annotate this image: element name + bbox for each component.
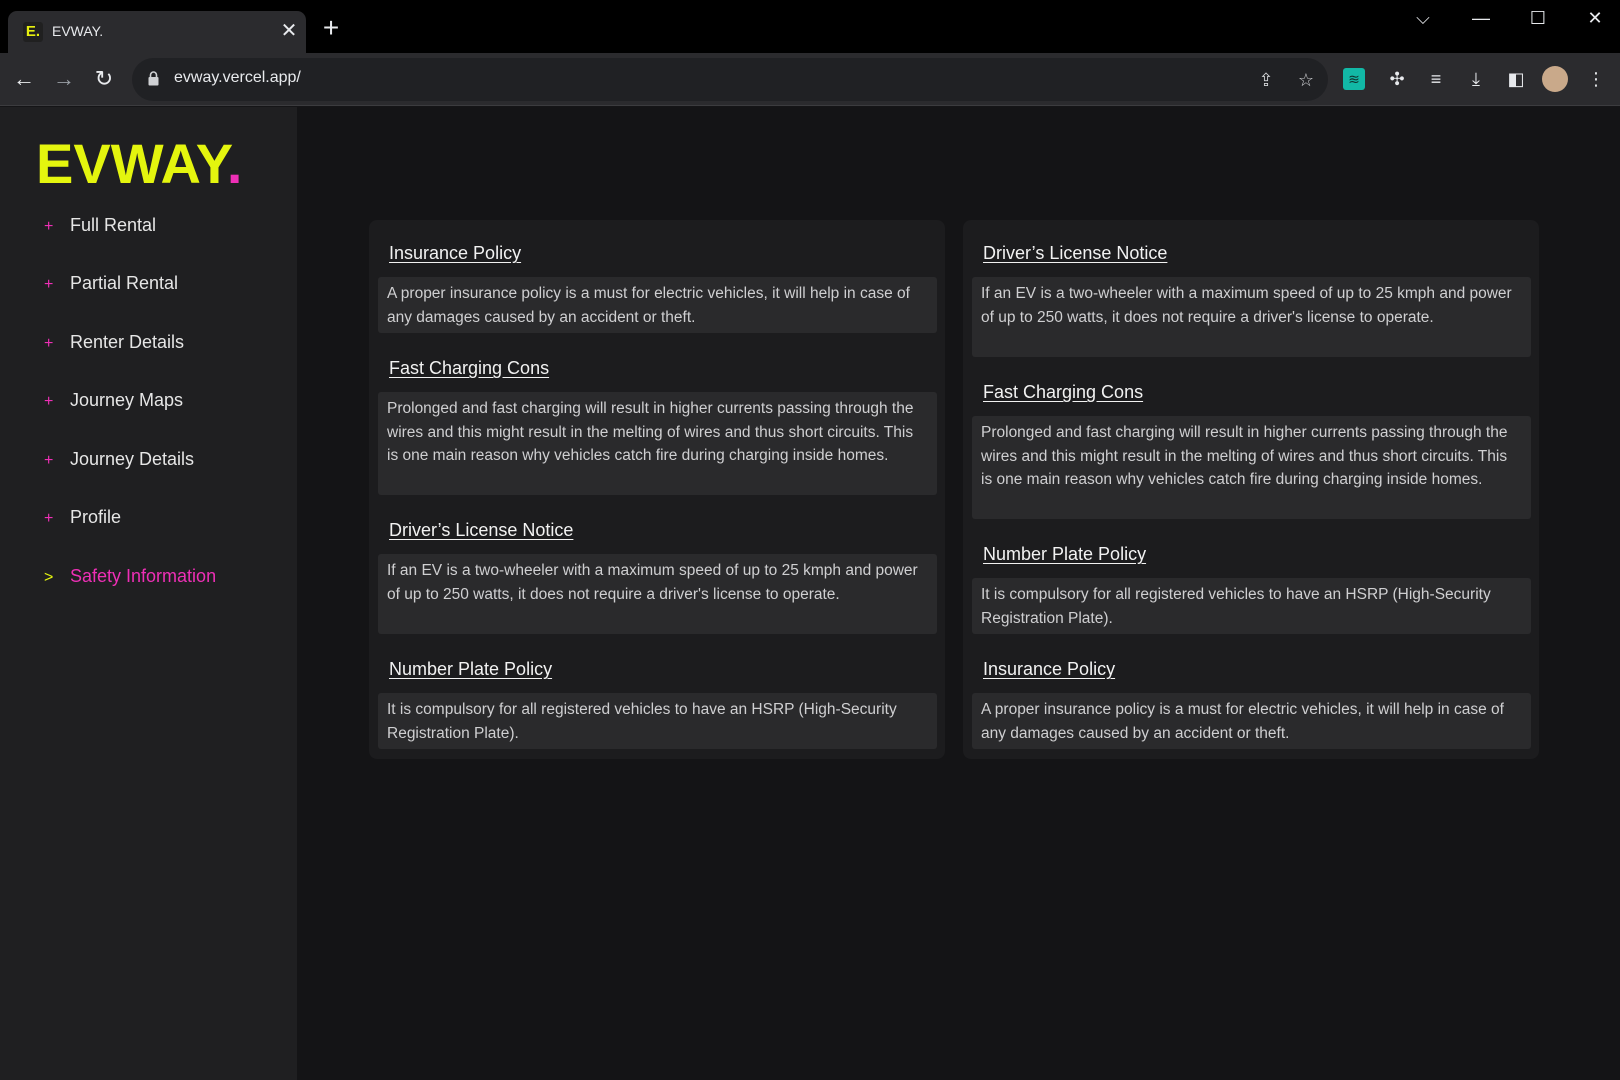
plus-icon: +: [44, 393, 54, 410]
sidebar-item-label: Renter Details: [70, 332, 185, 352]
bookmark-star-icon[interactable]: ☆: [1293, 67, 1319, 93]
section-body-insurance-policy: A proper insurance policy is a must for …: [972, 693, 1531, 749]
site-favicon-icon: E.: [23, 22, 43, 42]
sidebar-item-journey-details[interactable]: + Journey Details: [44, 449, 284, 479]
plus-icon: +: [44, 276, 54, 293]
profile-avatar[interactable]: [1542, 66, 1568, 92]
sidebar-item-label: Full Rental: [70, 215, 157, 235]
sidebar-item-safety-information[interactable]: > Safety Information: [44, 566, 284, 596]
section-title-fast-charging-cons[interactable]: Fast Charging Cons: [983, 382, 1143, 403]
section-body-insurance-policy: A proper insurance policy is a must for …: [378, 277, 937, 333]
address-bar[interactable]: evway.vercel.app/ ⇪ ☆: [132, 58, 1328, 101]
new-tab-icon[interactable]: +: [316, 14, 346, 42]
extension-icon[interactable]: ≋: [1343, 68, 1365, 90]
plus-icon: +: [44, 335, 54, 352]
sidebar-item-label: Journey Maps: [70, 390, 184, 410]
section-title-insurance-policy[interactable]: Insurance Policy: [389, 243, 521, 264]
chevron-right-icon: >: [44, 569, 54, 586]
sidebar-item-label: Safety Information: [70, 566, 217, 586]
share-icon[interactable]: ⇪: [1253, 67, 1279, 93]
section-body-number-plate-policy: It is compulsory for all registered vehi…: [378, 693, 937, 749]
close-tab-icon[interactable]: ✕: [276, 18, 302, 44]
side-panel-icon[interactable]: ◧: [1502, 65, 1530, 93]
logo-dot: .: [226, 132, 243, 195]
menu-kebab-icon[interactable]: ⋮: [1582, 65, 1610, 93]
tab-search-chevron-icon[interactable]: ⌵: [1408, 8, 1438, 29]
section-title-fast-charging-cons[interactable]: Fast Charging Cons: [389, 358, 549, 379]
section-body-fast-charging-cons: Prolonged and fast charging will result …: [972, 416, 1531, 519]
plus-icon: +: [44, 452, 54, 469]
main-content: Insurance Policy A proper insurance poli…: [297, 107, 1620, 1080]
sidebar-item-label: Journey Details: [70, 449, 195, 469]
forward-icon[interactable]: →: [49, 64, 79, 94]
plus-icon: +: [44, 218, 54, 235]
plus-icon: +: [44, 510, 54, 527]
sidebar: EVWAY. + Full Rental + Partial Rental + Ren…: [0, 107, 297, 1080]
browser-tab-bar: E. EVWAY. ✕ + ⌵ — ☐ ✕: [0, 0, 1620, 53]
sidebar-item-profile[interactable]: + Profile: [44, 507, 284, 537]
minimize-icon[interactable]: —: [1466, 8, 1496, 29]
browser-toolbar: ← → ↻ evway.vercel.app/ ⇪ ☆ ≋ ✣ ≡ ⤓ ◧ ⋮: [0, 53, 1620, 106]
section-title-number-plate-policy[interactable]: Number Plate Policy: [983, 544, 1146, 565]
section-body-fast-charging-cons: Prolonged and fast charging will result …: [378, 392, 937, 495]
back-icon[interactable]: ←: [9, 64, 39, 94]
section-title-drivers-license-notice[interactable]: Driver’s License Notice: [983, 243, 1167, 264]
section-title-insurance-policy[interactable]: Insurance Policy: [983, 659, 1115, 680]
extensions-puzzle-icon[interactable]: ✣: [1383, 65, 1411, 93]
sidebar-item-label: Partial Rental: [70, 273, 179, 293]
logo-text: EVWAY: [36, 132, 227, 195]
url-text: evway.vercel.app/: [174, 69, 301, 86]
lock-icon: [148, 71, 159, 86]
reload-icon[interactable]: ↻: [89, 64, 119, 94]
section-body-number-plate-policy: It is compulsory for all registered vehi…: [972, 578, 1531, 634]
sidebar-item-label: Profile: [70, 507, 122, 527]
evway-logo[interactable]: EVWAY.: [36, 131, 242, 196]
close-window-icon[interactable]: ✕: [1580, 8, 1610, 29]
section-title-drivers-license-notice[interactable]: Driver’s License Notice: [389, 520, 573, 541]
sidebar-item-partial-rental[interactable]: + Partial Rental: [44, 273, 284, 303]
reading-list-icon[interactable]: ≡: [1422, 65, 1450, 93]
section-body-drivers-license-notice: If an EV is a two-wheeler with a maximum…: [972, 277, 1531, 357]
tab-title: EVWAY.: [52, 23, 104, 39]
download-icon[interactable]: ⤓: [1462, 65, 1490, 93]
safety-card-right: Driver’s License Notice If an EV is a tw…: [963, 220, 1539, 759]
safety-card-left: Insurance Policy A proper insurance poli…: [369, 220, 945, 759]
sidebar-item-journey-maps[interactable]: + Journey Maps: [44, 390, 284, 420]
browser-tab[interactable]: E. EVWAY. ✕: [8, 11, 306, 53]
section-body-drivers-license-notice: If an EV is a two-wheeler with a maximum…: [378, 554, 937, 634]
sidebar-item-renter-details[interactable]: + Renter Details: [44, 332, 284, 362]
sidebar-item-full-rental[interactable]: + Full Rental: [44, 215, 284, 245]
maximize-icon[interactable]: ☐: [1523, 8, 1553, 29]
section-title-number-plate-policy[interactable]: Number Plate Policy: [389, 659, 552, 680]
